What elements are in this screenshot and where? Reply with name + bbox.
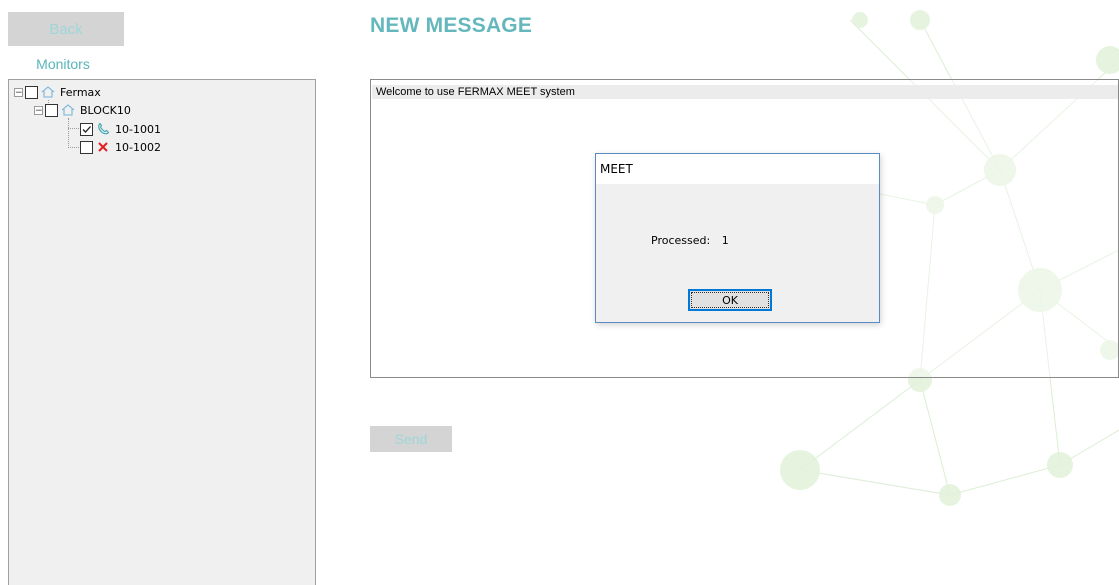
cross-icon: [98, 142, 108, 152]
message-text: Welcome to use FERMAX MEET system: [372, 85, 1118, 99]
monitors-label: Monitors: [36, 56, 90, 72]
tree-node-label: Fermax: [60, 85, 101, 99]
page-title: NEW MESSAGE: [370, 14, 533, 37]
tree-node-block10[interactable]: − BLOCK10: [34, 101, 131, 119]
tree-node-fermax[interactable]: − Fermax: [14, 83, 101, 101]
processed-label: Processed:: [651, 234, 711, 247]
tree-node-label: 10-1001: [115, 122, 161, 136]
monitors-tree-panel[interactable]: − Fermax − BLOCK10 10-1001 10-1002: [8, 79, 316, 585]
app-window: Back Monitors − Fermax − BLOCK10 10-1001…: [0, 0, 1119, 585]
tree-node-10-1001[interactable]: 10-1001: [80, 120, 161, 138]
checkmark-icon: [82, 125, 91, 133]
meet-dialog: MEET Processed: 1 OK: [595, 153, 880, 323]
fermax-checkbox[interactable]: [25, 85, 38, 99]
collapse-icon[interactable]: −: [14, 87, 23, 97]
dialog-message: Processed: 1: [651, 234, 729, 247]
ok-button[interactable]: OK: [688, 289, 772, 311]
house-icon: [41, 86, 55, 98]
dialog-title: MEET: [596, 154, 879, 184]
house-icon: [61, 104, 75, 116]
phone-icon: [98, 122, 110, 135]
send-button[interactable]: Send: [370, 426, 452, 452]
tree-connector: [68, 147, 79, 148]
tree-connector: [68, 118, 69, 148]
unit-10-1002-checkbox[interactable]: [80, 140, 93, 154]
collapse-icon[interactable]: −: [34, 105, 43, 115]
tree-connector: [68, 128, 79, 129]
tree-node-10-1002[interactable]: 10-1002: [80, 138, 161, 156]
back-button[interactable]: Back: [8, 12, 124, 46]
tree-node-label: 10-1002: [115, 140, 161, 154]
tree-node-label: BLOCK10: [80, 103, 131, 117]
block10-checkbox[interactable]: [45, 103, 58, 117]
unit-10-1001-checkbox[interactable]: [80, 122, 93, 136]
processed-value: 1: [721, 234, 729, 247]
